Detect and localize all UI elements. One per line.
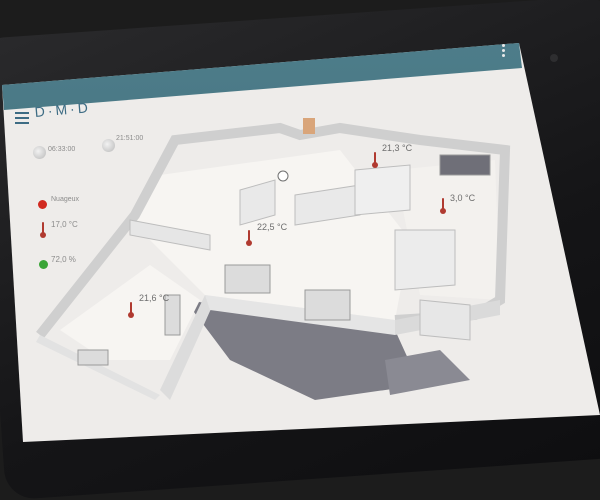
window-3: [439, 154, 491, 176]
humidity-status-dot: [39, 260, 48, 269]
weather-status-dot: [38, 200, 47, 209]
sunrise-time: 06:33:00: [48, 146, 76, 153]
room-thermometer-icon: [128, 302, 134, 318]
room-thermometer-icon: [246, 230, 252, 246]
room-temp-3: 22,5 °C: [257, 222, 288, 232]
sunrise-icon: [33, 146, 46, 159]
room-thermometer-icon: [440, 198, 446, 214]
room-temp-1: 21,3 °C: [382, 143, 413, 153]
door: [303, 118, 315, 134]
inner-wall-3: [354, 164, 411, 216]
front-camera: [550, 54, 558, 62]
hamburger-menu-icon[interactable]: [15, 112, 29, 124]
humidity-value: 72,0 %: [51, 255, 76, 264]
window-2: [304, 289, 351, 321]
inner-wall-6: [419, 299, 471, 341]
camera-device: [277, 170, 289, 182]
room-temp-2: 3,0 °C: [450, 193, 476, 203]
room-temp-4: 21,6 °C: [139, 293, 170, 303]
outdoor-thermometer-icon: [40, 222, 46, 238]
weather-condition: Nuageux: [51, 196, 80, 203]
window-1: [224, 264, 271, 294]
overflow-menu-icon[interactable]: [502, 44, 506, 59]
photo: D·M·D 06:33:00 21:51:00 Nuageux 17,0 °C …: [0, 0, 600, 500]
inner-wall-4: [394, 229, 456, 291]
window-4: [77, 349, 109, 366]
sunset-time: 21:51:00: [116, 135, 144, 142]
room-thermometer-icon: [372, 152, 378, 168]
outdoor-temp: 17,0 °C: [51, 220, 78, 229]
sunset-icon: [102, 139, 115, 152]
